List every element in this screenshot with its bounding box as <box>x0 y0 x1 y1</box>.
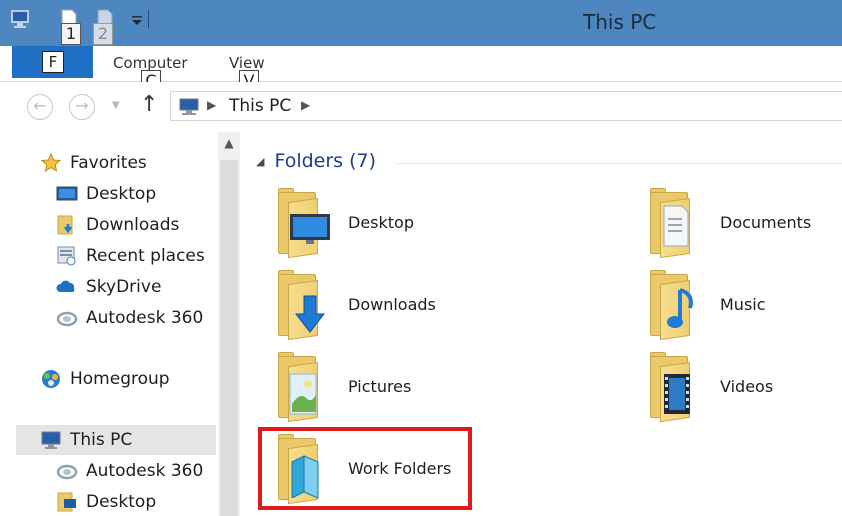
breadcrumb-this-pc[interactable]: This PC <box>229 96 291 116</box>
keytip-f: F <box>42 51 64 73</box>
back-button[interactable]: ← <box>27 94 53 120</box>
up-one-level-button[interactable]: ↑ <box>140 92 158 117</box>
folder-label: Downloads <box>348 294 436 314</box>
file-tab[interactable]: F <box>12 46 93 78</box>
folder-tile-downloads[interactable]: Downloads <box>274 264 436 344</box>
work-folders-highlight-box <box>258 427 472 510</box>
customize-qat-dropdown-icon[interactable] <box>130 8 144 30</box>
autodesk-360-icon <box>56 460 78 482</box>
star-icon <box>40 152 62 174</box>
pictures-folder-icon <box>274 350 334 423</box>
qat-separator <box>148 10 149 28</box>
keytip-1: 1 <box>61 23 81 45</box>
autodesk-360-icon <box>56 307 78 329</box>
downloads-folder-icon <box>56 214 78 236</box>
nav-item-label: SkyDrive <box>86 277 162 297</box>
folder-tile-music[interactable]: Music <box>646 264 766 344</box>
music-folder-icon <box>646 268 706 341</box>
desktop-folder-icon <box>56 491 78 513</box>
recent-locations-dropdown-icon[interactable]: ▼ <box>112 100 120 111</box>
nav-this-pc[interactable]: This PC <box>16 425 216 455</box>
downloads-folder-icon <box>274 268 334 341</box>
breadcrumb-separator-icon[interactable]: ▶ <box>207 98 216 112</box>
navigation-pane: Favorites Desktop Downloads Recent place… <box>0 132 240 516</box>
folder-label: Pictures <box>348 376 412 396</box>
nav-item-label: Desktop <box>86 492 157 512</box>
breadcrumb-expand-icon[interactable]: ▶ <box>301 98 310 112</box>
navigation-bar: ← → ▼ ↑ ▶ This PC ▶ <box>0 82 842 132</box>
folder-tile-videos[interactable]: Videos <box>646 346 773 426</box>
nav-this-pc-label: This PC <box>70 430 133 450</box>
scroll-thumb[interactable] <box>220 160 238 516</box>
nav-favorites-label: Favorites <box>70 153 147 173</box>
back-arrow-icon: ← <box>33 96 47 115</box>
keytip-2: 2 <box>93 23 113 45</box>
scroll-up-icon[interactable]: ▲ <box>218 136 240 156</box>
nav-pane-scrollbar[interactable]: ▲ <box>218 132 240 516</box>
desktop-icon <box>56 183 78 205</box>
nav-item-label: Autodesk 360 <box>86 461 204 481</box>
folder-tile-documents[interactable]: Documents <box>646 182 811 262</box>
this-pc-icon <box>177 98 201 120</box>
desktop-folder-icon <box>274 186 334 259</box>
folders-group-label: Folders (7) <box>274 150 377 172</box>
folder-label: Music <box>720 294 766 314</box>
collapse-group-icon[interactable]: ◢ <box>256 155 264 168</box>
folder-label: Documents <box>720 212 812 232</box>
skydrive-cloud-icon <box>56 276 78 298</box>
nav-item-label: Autodesk 360 <box>86 308 204 328</box>
forward-arrow-icon: → <box>75 96 89 115</box>
title-bar: 1 2 This PC <box>0 0 842 46</box>
address-bar[interactable]: ▶ This PC ▶ <box>170 91 842 121</box>
documents-folder-icon <box>646 186 706 259</box>
ribbon-tab-bar: F Computer C View V <box>0 46 842 92</box>
window-title: This PC <box>583 10 657 34</box>
homegroup-icon <box>40 368 62 390</box>
folder-label: Videos <box>720 376 774 396</box>
folders-group-header[interactable]: ◢ Folders (7) <box>256 150 376 172</box>
forward-button[interactable]: → <box>69 94 95 120</box>
recent-places-icon <box>56 245 78 267</box>
nav-item-label: Downloads <box>86 215 180 235</box>
nav-item-label: Recent places <box>86 246 205 266</box>
nav-homegroup-label: Homegroup <box>70 369 170 389</box>
this-pc-window-icon[interactable] <box>10 8 32 30</box>
nav-item-label: Desktop <box>86 184 157 204</box>
folder-tile-desktop[interactable]: Desktop <box>274 182 414 262</box>
videos-folder-icon <box>646 350 706 423</box>
folder-tile-pictures[interactable]: Pictures <box>274 346 411 426</box>
folder-label: Desktop <box>348 212 414 232</box>
group-divider <box>396 163 842 164</box>
this-pc-icon <box>40 429 62 451</box>
